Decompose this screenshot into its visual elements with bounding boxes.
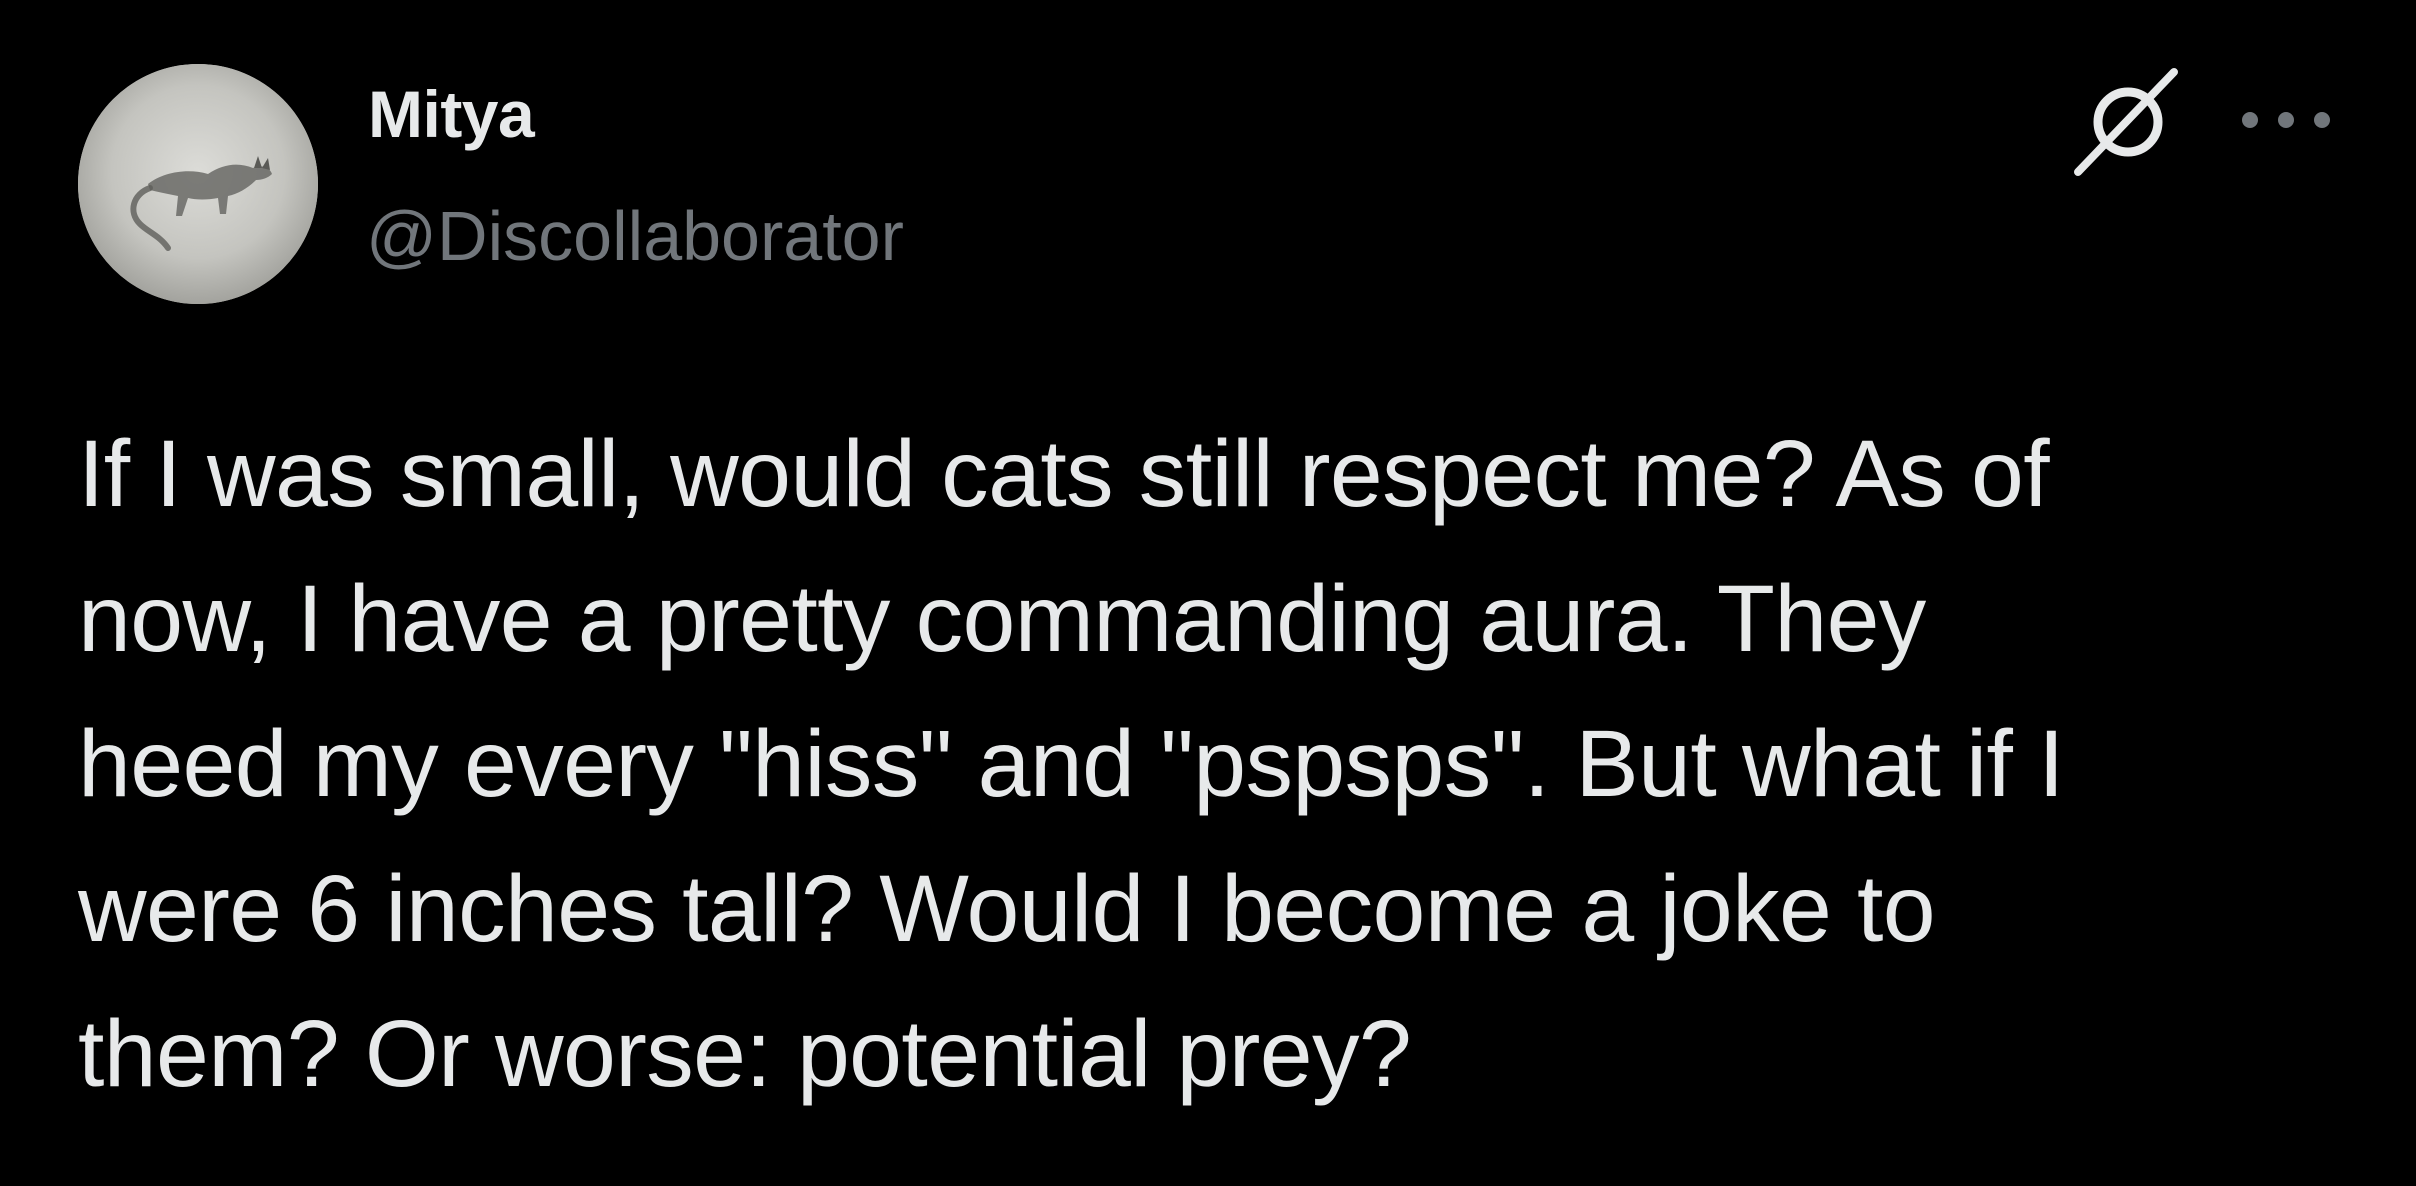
tweet-text: If I was small, would cats still respect… xyxy=(78,421,2065,1107)
grok-icon[interactable] xyxy=(2070,66,2182,178)
avatar[interactable] xyxy=(78,64,318,304)
tweet-card: Mitya @Discollaborator If I was small, w… xyxy=(0,0,2416,1186)
more-options-icon[interactable] xyxy=(2236,100,2336,140)
avatar-cat-photo-icon xyxy=(78,64,318,304)
author-display-name[interactable]: Mitya xyxy=(368,78,535,151)
author-handle[interactable]: @Discollaborator xyxy=(366,198,904,275)
